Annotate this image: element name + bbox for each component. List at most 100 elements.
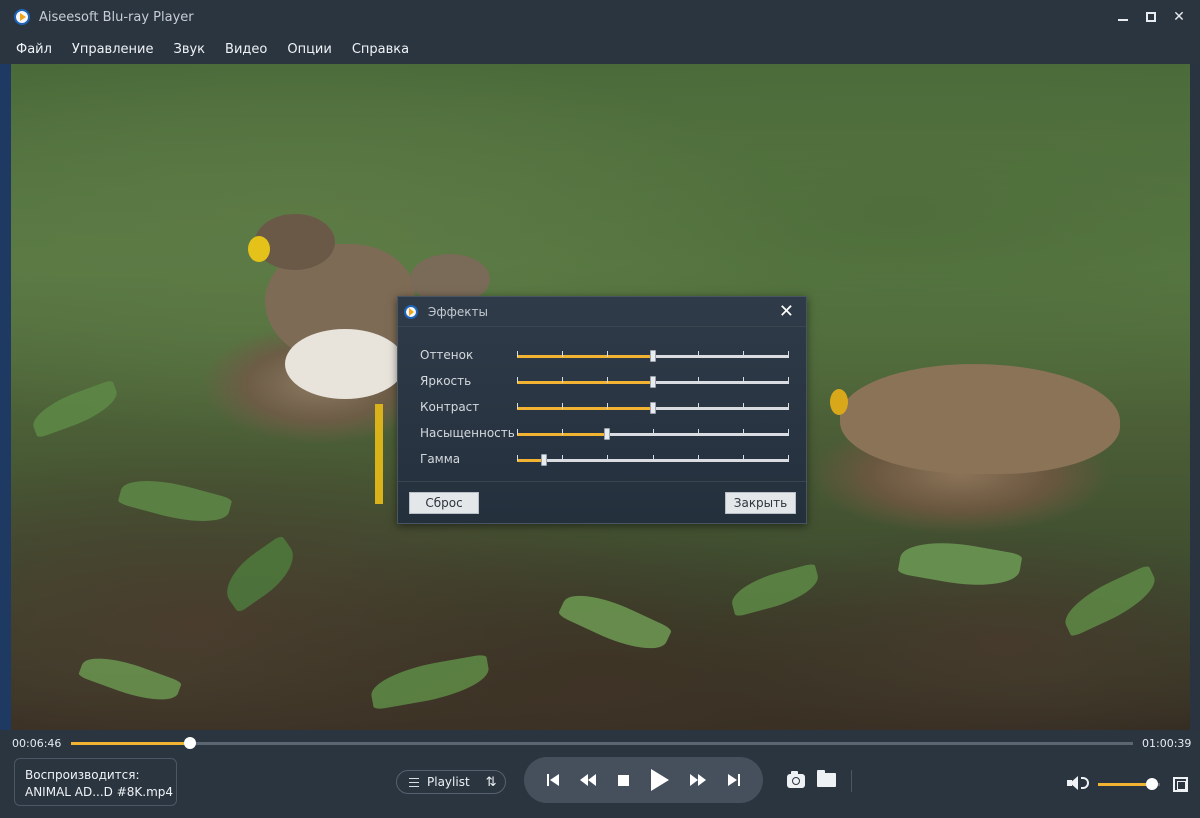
volume-thumb[interactable] [1145, 778, 1158, 790]
next-icon [728, 774, 741, 786]
bird-face [830, 389, 848, 415]
rewind-icon [580, 774, 597, 786]
effect-slider-tick [698, 377, 699, 383]
current-time: 00:06:46 [12, 737, 62, 750]
stop-button[interactable] [618, 774, 630, 786]
effect-slider-row: Контраст [420, 397, 790, 417]
effect-slider-tick [743, 429, 744, 435]
effect-slider-tick [743, 455, 744, 461]
sort-icon[interactable]: ⇅ [486, 775, 497, 790]
bird-leg [375, 404, 383, 504]
previous-button[interactable] [546, 774, 559, 786]
menu-file[interactable]: Файл [16, 42, 52, 57]
effect-slider-tick [517, 403, 518, 409]
menu-help[interactable]: Справка [352, 42, 409, 57]
maximize-button[interactable] [1140, 6, 1162, 28]
fast-forward-button[interactable] [690, 774, 707, 786]
leaf [215, 534, 305, 614]
now-playing-label: Воспроизводится: [25, 768, 140, 782]
effect-slider-track[interactable] [517, 454, 789, 466]
effect-slider-tick [607, 403, 608, 409]
leaf [117, 470, 233, 532]
effect-slider-tick [743, 351, 744, 357]
effect-slider-row: Гамма [420, 449, 790, 469]
effect-slider-row: Оттенок [420, 345, 790, 365]
leaf [367, 653, 493, 711]
effect-slider-track[interactable] [517, 350, 789, 362]
effect-slider-track[interactable] [517, 428, 789, 440]
effect-slider-tick [653, 429, 654, 435]
effect-slider-tick [698, 429, 699, 435]
effect-slider-row: Яркость [420, 371, 790, 391]
play-button[interactable] [650, 769, 669, 791]
volume-slider[interactable] [1098, 778, 1160, 790]
effect-slider-fill [517, 407, 653, 410]
effect-slider-tick [562, 377, 563, 383]
effect-slider-thumb[interactable] [541, 454, 548, 466]
close-window-button[interactable]: ✕ [1168, 6, 1190, 28]
effect-slider-track[interactable] [517, 402, 789, 414]
effect-slider-tick [788, 455, 789, 461]
now-playing-box: Воспроизводится: ANIMAL AD...D #8K.mp4 [14, 758, 177, 806]
leaf [727, 562, 823, 618]
effects-dialog: Эффекты ✕ Оттенок Яркость Контраст Насыщенн… [397, 296, 807, 524]
effect-slider-tick [517, 377, 518, 383]
effect-slider-tick [698, 455, 699, 461]
window-title: Aiseesoft Blu-ray Player [39, 9, 194, 25]
effect-slider-fill [517, 459, 545, 462]
playlist-button[interactable]: Playlist ⇅ [396, 770, 506, 794]
menu-audio[interactable]: Звук [173, 42, 205, 57]
volume-wave-icon [1081, 777, 1089, 789]
effect-slider-thumb[interactable] [603, 428, 610, 440]
rewind-button[interactable] [580, 774, 597, 786]
effect-slider-tick [562, 351, 563, 357]
next-button[interactable] [728, 774, 741, 786]
menu-control[interactable]: Управление [72, 42, 154, 57]
menu-options[interactable]: Опции [287, 42, 331, 57]
effect-slider-label: Оттенок [420, 348, 474, 362]
effect-slider-track[interactable] [517, 376, 789, 388]
seek-thumb[interactable] [183, 737, 196, 749]
close-icon[interactable]: ✕ [779, 301, 794, 323]
bird-face [248, 236, 270, 262]
effect-slider-thumb[interactable] [650, 350, 656, 362]
video-left-edge [0, 64, 11, 730]
leaf [557, 582, 673, 662]
effect-slider-tick [562, 429, 563, 435]
seek-bar[interactable] [71, 737, 1133, 749]
effect-slider-tick [517, 429, 518, 435]
effect-slider-thumb[interactable] [650, 402, 656, 414]
effect-slider-fill [517, 355, 653, 358]
effect-slider-label: Гамма [420, 452, 461, 466]
effect-slider-tick [788, 351, 789, 357]
reset-button[interactable]: Сброс [409, 492, 479, 514]
effect-slider-label: Яркость [420, 374, 472, 388]
app-logo-icon [404, 304, 418, 319]
effect-slider-tick [562, 403, 563, 409]
close-dialog-button[interactable]: Закрыть [725, 492, 796, 514]
leaf [897, 533, 1023, 595]
effect-slider-tick [788, 429, 789, 435]
effect-slider-label: Насыщенность [420, 426, 515, 440]
effect-slider-tick [653, 455, 654, 461]
folder-icon[interactable] [817, 770, 836, 787]
playlist-label: Playlist [427, 775, 470, 789]
video-right-edge [1190, 64, 1200, 730]
menu-video[interactable]: Видео [225, 42, 267, 57]
effect-slider-tick [517, 455, 518, 461]
transport-controls [524, 757, 763, 803]
camera-icon[interactable] [787, 771, 805, 788]
effect-slider-tick [607, 351, 608, 357]
seek-bar-fill [71, 742, 190, 745]
minimize-button[interactable] [1112, 6, 1134, 28]
effect-slider-label: Контраст [420, 400, 480, 414]
leaf [27, 379, 123, 439]
effect-slider-thumb[interactable] [650, 376, 656, 388]
divider [851, 770, 852, 792]
fullscreen-icon[interactable] [1173, 777, 1188, 792]
minimize-icon [1118, 19, 1128, 21]
volume-fill [1098, 783, 1152, 786]
title-bar: Aiseesoft Blu-ray Player ✕ [0, 0, 1200, 34]
effect-slider-tick [743, 403, 744, 409]
stop-icon [618, 774, 630, 786]
